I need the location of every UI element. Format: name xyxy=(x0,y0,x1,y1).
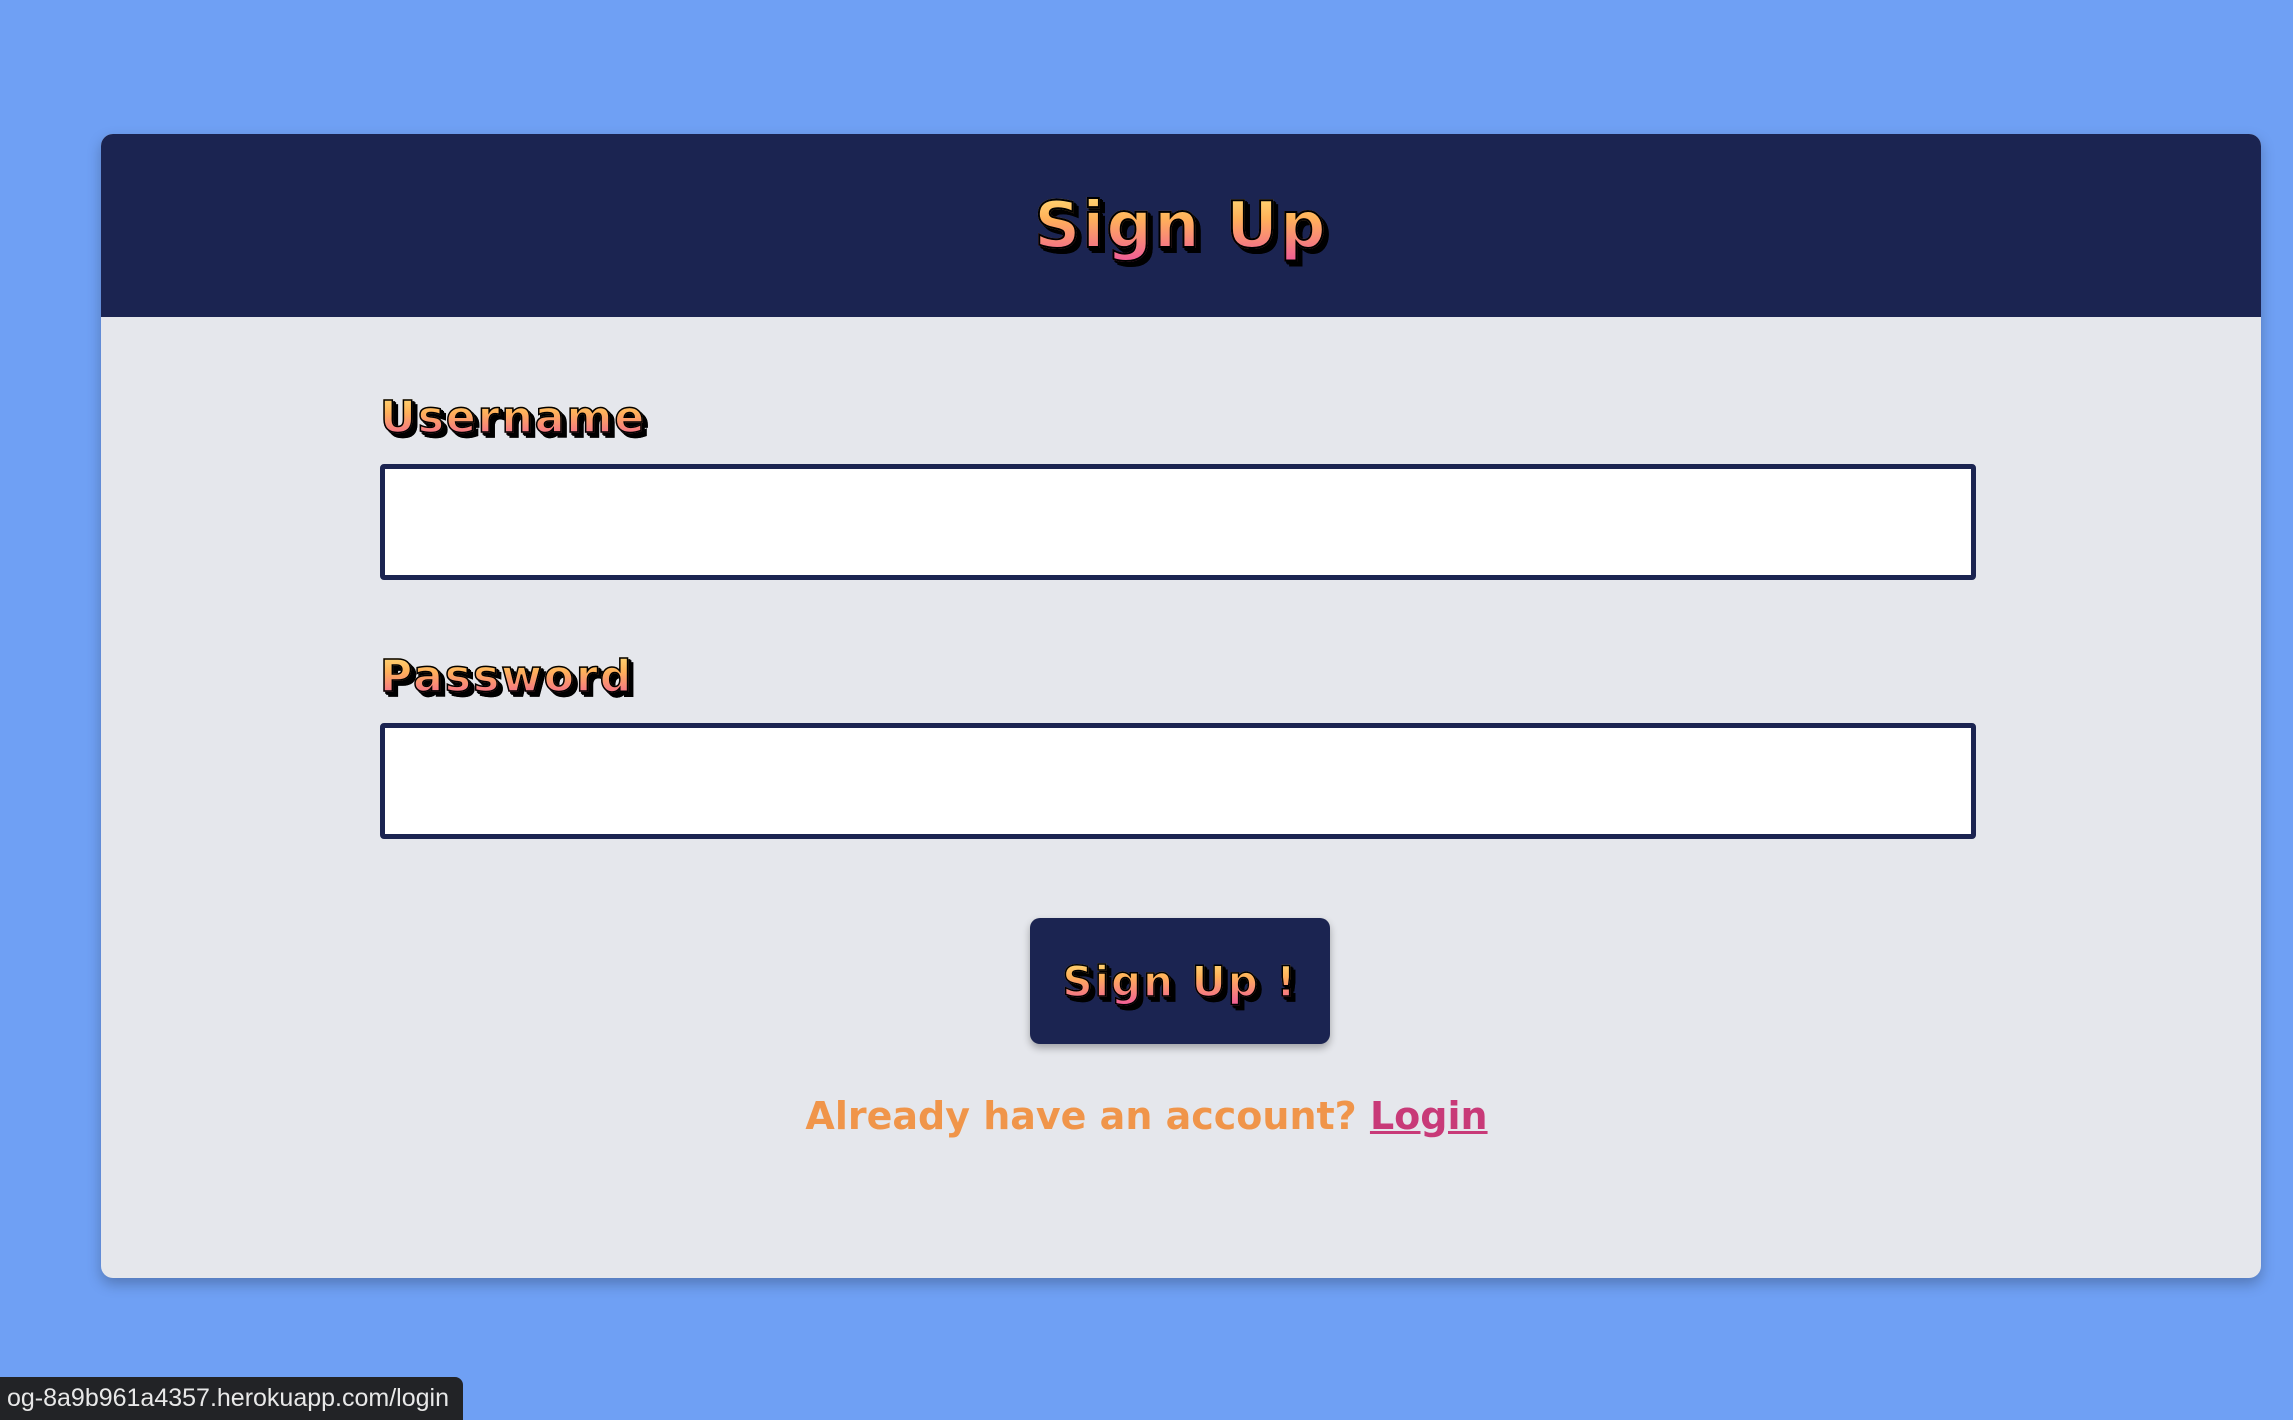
login-link[interactable]: Login xyxy=(1370,1094,1488,1138)
signup-submit-label: Sign Up ! xyxy=(1062,956,1298,1007)
page-title: Sign Up xyxy=(1033,188,1328,264)
card-header: Sign Up xyxy=(101,134,2261,317)
login-prompt: Already have an account? Login xyxy=(0,1094,2293,1138)
password-label: Password xyxy=(379,650,634,703)
page: Sign Up Username Password Sign Up ! Alre… xyxy=(0,0,2293,1420)
username-input[interactable] xyxy=(380,464,1976,580)
login-prompt-text: Already have an account? xyxy=(805,1094,1357,1138)
status-bar-url: og-8a9b961a4357.herokuapp.com/login xyxy=(0,1377,463,1420)
username-label: Username xyxy=(379,391,647,444)
signup-submit-button[interactable]: Sign Up ! xyxy=(1030,918,1330,1044)
password-input[interactable] xyxy=(380,723,1976,839)
